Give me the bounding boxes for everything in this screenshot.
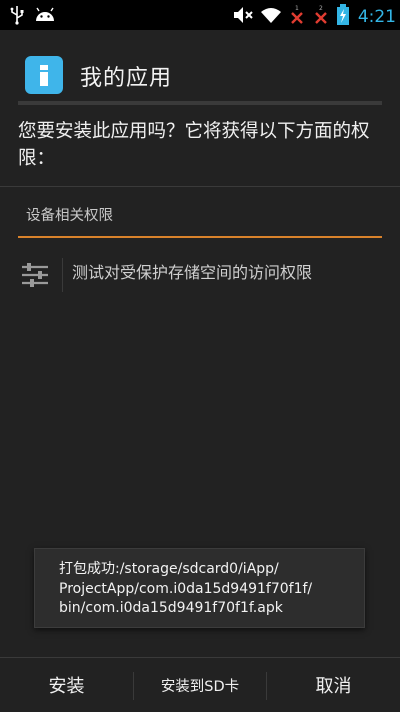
app-header: 我的应用 [0,30,400,102]
permission-separator [62,258,63,292]
cancel-button[interactable]: 取消 [267,658,400,712]
battery-charging-icon [336,4,350,30]
wifi-icon [260,6,282,28]
header-divider [18,101,382,105]
button-bar: 安装 安装到SD卡 取消 [0,657,400,711]
android-icon [34,7,56,27]
install-question: 您要安装此应用吗？它将获得以下方面的权限： [18,121,370,169]
mute-icon [232,5,254,29]
svg-text:1: 1 [295,5,299,12]
install-button[interactable]: 安装 [0,658,133,712]
status-bar: 1 2 4:21 [0,0,400,30]
status-left [10,5,56,29]
section-underline [18,236,382,238]
status-right: 1 2 4:21 [232,4,396,30]
section-title: 设备相关权限 [26,208,113,224]
toast-message: 打包成功:/storage/sdcard0/iApp/ ProjectApp/c… [59,561,313,616]
section-divider [0,186,400,187]
install-to-sd-button[interactable]: 安装到SD卡 [134,658,266,712]
usb-icon [10,5,24,29]
svg-text:2: 2 [319,5,323,12]
clock: 4:21 [357,7,396,27]
signal-2-icon: 2 [312,4,330,30]
permission-item[interactable]: 测试对受保护存储空间的访问权限 [0,248,400,300]
permission-label: 测试对受保护存储空间的访问权限 [72,263,313,282]
sliders-icon [20,260,50,290]
app-title: 我的应用 [80,66,173,91]
signal-1-icon: 1 [288,4,306,30]
info-i-icon [25,56,63,94]
toast: 打包成功:/storage/sdcard0/iApp/ ProjectApp/c… [34,548,365,628]
